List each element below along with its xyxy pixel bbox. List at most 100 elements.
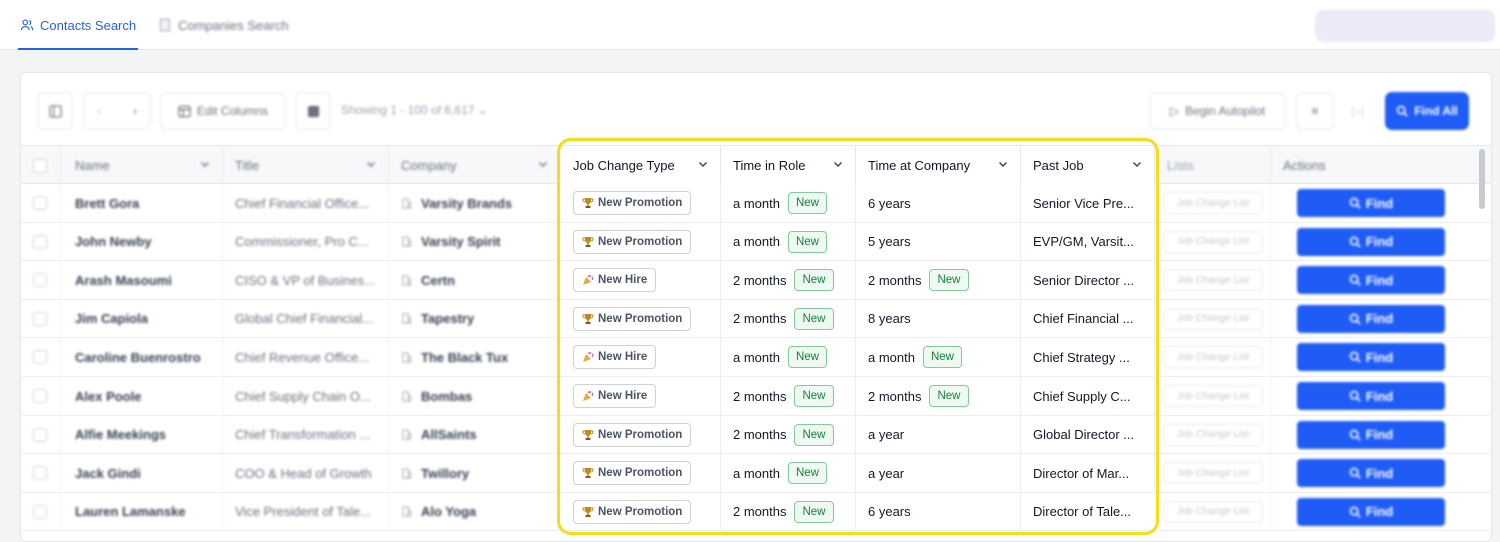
column-header-title[interactable]: Title	[223, 146, 389, 185]
chevron-left-icon[interactable]: ‹	[97, 104, 101, 118]
row-checkbox[interactable]	[33, 273, 47, 288]
find-button[interactable]: Find	[1297, 189, 1445, 217]
company-cell[interactable]: Twillory	[389, 454, 561, 493]
list-pill[interactable]: Job Change List	[1163, 346, 1263, 369]
time-in-role-cell: 2 months New	[721, 492, 856, 531]
column-header-job-change-type[interactable]: Job Change Type	[561, 146, 721, 185]
chevron-down-icon[interactable]	[833, 159, 843, 169]
find-label: Find	[1365, 272, 1394, 288]
table-row[interactable]: Alfie Meekings Chief Transformation ... …	[21, 415, 1491, 455]
contact-name[interactable]: Jack Gindi	[61, 454, 223, 493]
select-all-checkbox[interactable]	[33, 158, 47, 173]
job-change-label: New Promotion	[598, 428, 683, 441]
chevron-down-icon[interactable]	[698, 159, 708, 169]
tab-companies-search[interactable]: Companies Search	[158, 0, 289, 50]
contact-name[interactable]: Lauren Lamanske	[61, 492, 223, 531]
column-header-time-at-company[interactable]: Time at Company	[856, 146, 1021, 185]
column-header-time-in-role[interactable]: Time in Role	[721, 146, 856, 185]
time-in-role: 2 months	[733, 427, 787, 443]
company-cell[interactable]: Certn	[389, 261, 561, 300]
company-cell[interactable]: Varsity Spirit	[389, 222, 561, 261]
company-cell[interactable]: Tapestry	[389, 299, 561, 338]
company-cell[interactable]: Varsity Brands	[389, 184, 561, 222]
skip-button[interactable]: ▷|	[1341, 92, 1375, 130]
job-change-label: New Hire	[598, 351, 648, 364]
account-area[interactable]	[1315, 10, 1495, 42]
row-checkbox[interactable]	[33, 504, 47, 519]
table-row[interactable]: Arash Masoumi CISO & VP of Busines... Ce…	[21, 261, 1491, 300]
contact-name[interactable]: Jim Capiola	[61, 299, 223, 338]
company-cell[interactable]: AllSaints	[389, 415, 561, 454]
table-row[interactable]: Jack Gindi COO & Head of Growth Twillory…	[21, 454, 1491, 493]
lists-cell: Job Change List	[1155, 338, 1271, 377]
contact-name[interactable]: Alfie Meekings	[61, 415, 223, 454]
chevron-down-icon[interactable]	[538, 159, 548, 169]
find-button[interactable]: Find	[1297, 266, 1445, 295]
company-cell[interactable]: Alo Yoga	[389, 492, 561, 531]
find-button[interactable]: Find	[1297, 227, 1445, 256]
menu-button[interactable]: ≡	[1296, 92, 1334, 130]
edit-columns-button[interactable]: Edit Columns	[160, 92, 286, 130]
list-pill[interactable]: Job Change List	[1163, 192, 1263, 214]
time-in-role: a month	[733, 195, 780, 211]
row-checkbox[interactable]	[33, 427, 47, 442]
list-pill[interactable]: Job Change List	[1163, 462, 1263, 485]
table-row[interactable]: Brett Gora Chief Financial Office... Var…	[21, 184, 1491, 223]
pagination-buttons[interactable]: ‹ ›	[83, 92, 151, 130]
row-checkbox[interactable]	[33, 196, 47, 210]
list-pill[interactable]: Job Change List	[1163, 423, 1263, 446]
contact-name[interactable]: Alex Poole	[61, 377, 223, 415]
find-button[interactable]: Find	[1297, 304, 1445, 333]
table-row[interactable]: Lauren Lamanske Vice President of Tale..…	[21, 492, 1491, 532]
begin-autopilot-button[interactable]: ▷ Begin Autopilot	[1149, 92, 1286, 130]
chevron-down-icon[interactable]	[366, 159, 376, 169]
find-button[interactable]: Find	[1297, 459, 1445, 488]
chevron-down-icon[interactable]	[200, 159, 210, 169]
contact-name[interactable]: Arash Masoumi	[61, 261, 223, 300]
view-toggle-button[interactable]	[295, 92, 331, 130]
contact-title: Chief Supply Chain O...	[223, 377, 389, 415]
chevron-down-icon[interactable]	[1132, 159, 1142, 169]
contact-name[interactable]: Caroline Buenrostro	[61, 338, 223, 377]
list-pill[interactable]: Job Change List	[1163, 230, 1263, 253]
tab-contacts-search[interactable]: Contacts Search	[18, 0, 139, 50]
column-header-company[interactable]: Company	[389, 146, 561, 185]
table-row[interactable]: Alex Poole Chief Supply Chain O... Bomba…	[21, 377, 1491, 416]
chevron-right-icon[interactable]: ›	[133, 104, 137, 118]
column-header-lists[interactable]: Lists	[1155, 146, 1271, 185]
row-checkbox[interactable]	[33, 389, 47, 403]
contact-name[interactable]: Brett Gora	[61, 184, 223, 222]
list-pill[interactable]: Job Change List	[1163, 307, 1263, 330]
company-name: Tapestry	[421, 311, 475, 327]
row-checkbox[interactable]	[33, 311, 47, 326]
find-all-label: Find All	[1414, 104, 1458, 118]
company-cell[interactable]: Bombas	[389, 377, 561, 415]
trophy-icon	[582, 506, 594, 517]
company-cell[interactable]: The Black Tux	[389, 338, 561, 377]
toggle-sidebar-button[interactable]	[37, 92, 73, 130]
results-count[interactable]: Showing 1 - 100 of 6,617 ⌄	[341, 103, 488, 117]
time-in-role-cell: 2 months New	[721, 415, 856, 454]
column-header-name[interactable]: Name	[61, 146, 223, 185]
search-icon	[1349, 429, 1361, 441]
table-row[interactable]: Jim Capiola Global Chief Financial... Ta…	[21, 299, 1491, 339]
find-button[interactable]: Find	[1297, 420, 1445, 449]
job-change-badge: New Hire	[573, 345, 657, 370]
find-button[interactable]: Find	[1297, 382, 1445, 410]
table-row[interactable]: Caroline Buenrostro Chief Revenue Office…	[21, 338, 1491, 377]
time-at-company: 2 months	[868, 388, 922, 404]
row-checkbox[interactable]	[33, 466, 47, 481]
list-pill[interactable]: Job Change List	[1163, 500, 1263, 523]
list-pill[interactable]: Job Change List	[1163, 269, 1263, 292]
column-header-past-job[interactable]: Past Job	[1021, 146, 1155, 185]
chevron-down-icon[interactable]	[998, 159, 1008, 169]
row-checkbox[interactable]	[33, 350, 47, 365]
find-all-button[interactable]: Find All	[1385, 92, 1469, 130]
find-button[interactable]: Find	[1297, 497, 1445, 526]
table-row[interactable]: John Newby Commissioner, Pro C... Varsit…	[21, 222, 1491, 262]
find-button[interactable]: Find	[1297, 343, 1445, 372]
contact-name[interactable]: John Newby	[61, 222, 223, 261]
vertical-scrollbar[interactable]	[1479, 149, 1485, 209]
list-pill[interactable]: Job Change List	[1163, 385, 1263, 407]
row-checkbox[interactable]	[33, 234, 47, 249]
